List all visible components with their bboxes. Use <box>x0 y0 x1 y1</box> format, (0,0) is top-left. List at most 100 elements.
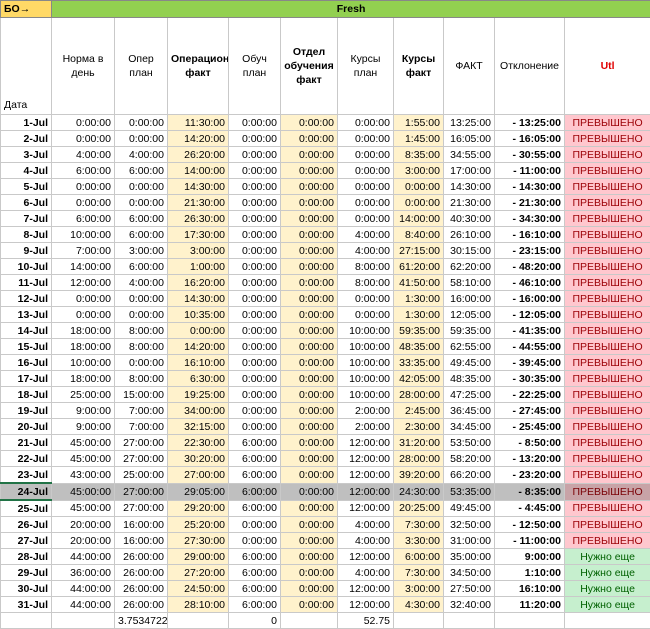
cell-norm[interactable]: 20:00:00 <box>52 517 115 533</box>
cell-status[interactable]: ПРЕВЫШЕНО <box>565 500 650 517</box>
cell-oper-plan[interactable]: 26:00:00 <box>115 581 168 597</box>
cell-norm[interactable]: 18:00:00 <box>52 323 115 339</box>
cell-courses-plan[interactable]: 4:00:00 <box>338 565 394 581</box>
cell-date[interactable]: 13-Jul <box>1 307 52 323</box>
cell-status[interactable]: ПРЕВЫШЕНО <box>565 179 650 195</box>
cell-deviation[interactable]: 11:20:00 <box>495 597 565 613</box>
cell-oper-fact[interactable]: 32:15:00 <box>168 419 229 435</box>
cell-deviation[interactable]: - 46:10:00 <box>495 275 565 291</box>
cell-status[interactable]: ПРЕВЫШЕНО <box>565 227 650 243</box>
cell-norm[interactable]: 10:00:00 <box>52 355 115 371</box>
cell-deviation[interactable]: - 27:45:00 <box>495 403 565 419</box>
cell-date[interactable]: 27-Jul <box>1 533 52 549</box>
cell-fact[interactable]: 66:20:00 <box>444 467 495 484</box>
cell-date[interactable]: 3-Jul <box>1 147 52 163</box>
cell-train-fact[interactable]: 0:00:00 <box>281 259 338 275</box>
cell-deviation[interactable]: - 25:45:00 <box>495 419 565 435</box>
cell-deviation[interactable]: - 30:55:00 <box>495 147 565 163</box>
cell-status[interactable]: ПРЕВЫШЕНО <box>565 195 650 211</box>
cell-courses-plan[interactable]: 0:00:00 <box>338 195 394 211</box>
cell-date[interactable]: 21-Jul <box>1 435 52 451</box>
cell-norm[interactable]: 0:00:00 <box>52 291 115 307</box>
cell-date[interactable]: 6-Jul <box>1 195 52 211</box>
cell-oper-fact[interactable]: 30:20:00 <box>168 451 229 467</box>
cell-courses-plan[interactable]: 0:00:00 <box>338 211 394 227</box>
cell-fact[interactable]: 47:25:00 <box>444 387 495 403</box>
cell-deviation[interactable]: 16:10:00 <box>495 581 565 597</box>
cell-train-plan[interactable]: 6:00:00 <box>229 435 281 451</box>
cell-oper-plan[interactable]: 8:00:00 <box>115 371 168 387</box>
cell-deviation[interactable]: - 12:50:00 <box>495 517 565 533</box>
cell-oper-plan[interactable]: 0:00:00 <box>115 355 168 371</box>
cell-norm[interactable]: 43:00:00 <box>52 467 115 484</box>
cell-norm[interactable]: 44:00:00 <box>52 549 115 565</box>
cell-train-plan[interactable]: 0:00:00 <box>229 371 281 387</box>
cell-courses-plan[interactable]: 12:00:00 <box>338 581 394 597</box>
cell-train-fact[interactable]: 0:00:00 <box>281 387 338 403</box>
cell-train-plan[interactable]: 6:00:00 <box>229 549 281 565</box>
cell-oper-fact[interactable]: 26:30:00 <box>168 211 229 227</box>
cell-courses-fact[interactable]: 7:30:00 <box>394 565 444 581</box>
cell-oper-fact[interactable]: 3:00:00 <box>168 243 229 259</box>
cell-status[interactable]: ПРЕВЫШЕНО <box>565 451 650 467</box>
cell-fact[interactable]: 36:45:00 <box>444 403 495 419</box>
col-header-deviation[interactable]: Отклонение <box>495 18 565 115</box>
cell-deviation[interactable]: - 30:35:00 <box>495 371 565 387</box>
cell-courses-plan[interactable]: 8:00:00 <box>338 275 394 291</box>
col-header-oper-plan[interactable]: Опер план <box>115 18 168 115</box>
cell-deviation[interactable]: - 13:25:00 <box>495 115 565 131</box>
summary-train-plan[interactable]: 0 <box>229 613 281 629</box>
cell-fact[interactable]: 34:50:00 <box>444 565 495 581</box>
cell-norm[interactable]: 6:00:00 <box>52 163 115 179</box>
cell-train-plan[interactable]: 0:00:00 <box>229 195 281 211</box>
cell-norm[interactable]: 45:00:00 <box>52 435 115 451</box>
cell-courses-fact[interactable]: 8:35:00 <box>394 147 444 163</box>
cell-train-plan[interactable]: 0:00:00 <box>229 387 281 403</box>
cell-train-plan[interactable]: 0:00:00 <box>229 339 281 355</box>
cell-oper-fact[interactable]: 14:20:00 <box>168 131 229 147</box>
cell-norm[interactable]: 45:00:00 <box>52 500 115 517</box>
cell-train-plan[interactable]: 0:00:00 <box>229 211 281 227</box>
cell-oper-fact[interactable]: 27:20:00 <box>168 565 229 581</box>
fresh-label[interactable]: Fresh <box>52 1 650 18</box>
cell-courses-plan[interactable]: 12:00:00 <box>338 549 394 565</box>
cell-train-fact[interactable]: 0:00:00 <box>281 163 338 179</box>
cell-courses-fact[interactable]: 1:45:00 <box>394 131 444 147</box>
cell-status[interactable]: ПРЕВЫШЕНО <box>565 163 650 179</box>
cell-courses-plan[interactable]: 12:00:00 <box>338 483 394 500</box>
summary-empty-cell[interactable] <box>168 613 229 629</box>
cell-deviation[interactable]: - 22:25:00 <box>495 387 565 403</box>
cell-fact[interactable]: 49:45:00 <box>444 500 495 517</box>
cell-train-fact[interactable]: 0:00:00 <box>281 131 338 147</box>
cell-courses-fact[interactable]: 0:00:00 <box>394 179 444 195</box>
cell-oper-fact[interactable]: 34:00:00 <box>168 403 229 419</box>
cell-oper-fact[interactable]: 29:20:00 <box>168 500 229 517</box>
cell-courses-plan[interactable]: 4:00:00 <box>338 533 394 549</box>
cell-date[interactable]: 14-Jul <box>1 323 52 339</box>
cell-oper-fact[interactable]: 14:30:00 <box>168 291 229 307</box>
cell-train-fact[interactable]: 0:00:00 <box>281 227 338 243</box>
col-header-date[interactable]: Дата <box>1 18 52 115</box>
cell-fact[interactable]: 58:20:00 <box>444 451 495 467</box>
cell-oper-plan[interactable]: 4:00:00 <box>115 147 168 163</box>
cell-courses-fact[interactable]: 28:00:00 <box>394 387 444 403</box>
summary-oper-plan[interactable]: 3.7534722 <box>115 613 168 629</box>
cell-train-fact[interactable]: 0:00:00 <box>281 451 338 467</box>
cell-oper-plan[interactable]: 7:00:00 <box>115 403 168 419</box>
cell-date[interactable]: 1-Jul <box>1 115 52 131</box>
cell-courses-plan[interactable]: 12:00:00 <box>338 435 394 451</box>
col-header-courses-fact[interactable]: Курсы факт <box>394 18 444 115</box>
cell-status[interactable]: ПРЕВЫШЕНО <box>565 483 650 500</box>
cell-date[interactable]: 28-Jul <box>1 549 52 565</box>
cell-train-plan[interactable]: 6:00:00 <box>229 500 281 517</box>
cell-oper-fact[interactable]: 29:05:00 <box>168 483 229 500</box>
cell-courses-plan[interactable]: 12:00:00 <box>338 597 394 613</box>
cell-norm[interactable]: 0:00:00 <box>52 179 115 195</box>
cell-train-plan[interactable]: 0:00:00 <box>229 163 281 179</box>
cell-deviation[interactable]: 9:00:00 <box>495 549 565 565</box>
cell-courses-plan[interactable]: 0:00:00 <box>338 163 394 179</box>
cell-courses-fact[interactable]: 41:50:00 <box>394 275 444 291</box>
cell-fact[interactable]: 59:35:00 <box>444 323 495 339</box>
cell-courses-fact[interactable]: 8:40:00 <box>394 227 444 243</box>
cell-courses-fact[interactable]: 3:00:00 <box>394 581 444 597</box>
